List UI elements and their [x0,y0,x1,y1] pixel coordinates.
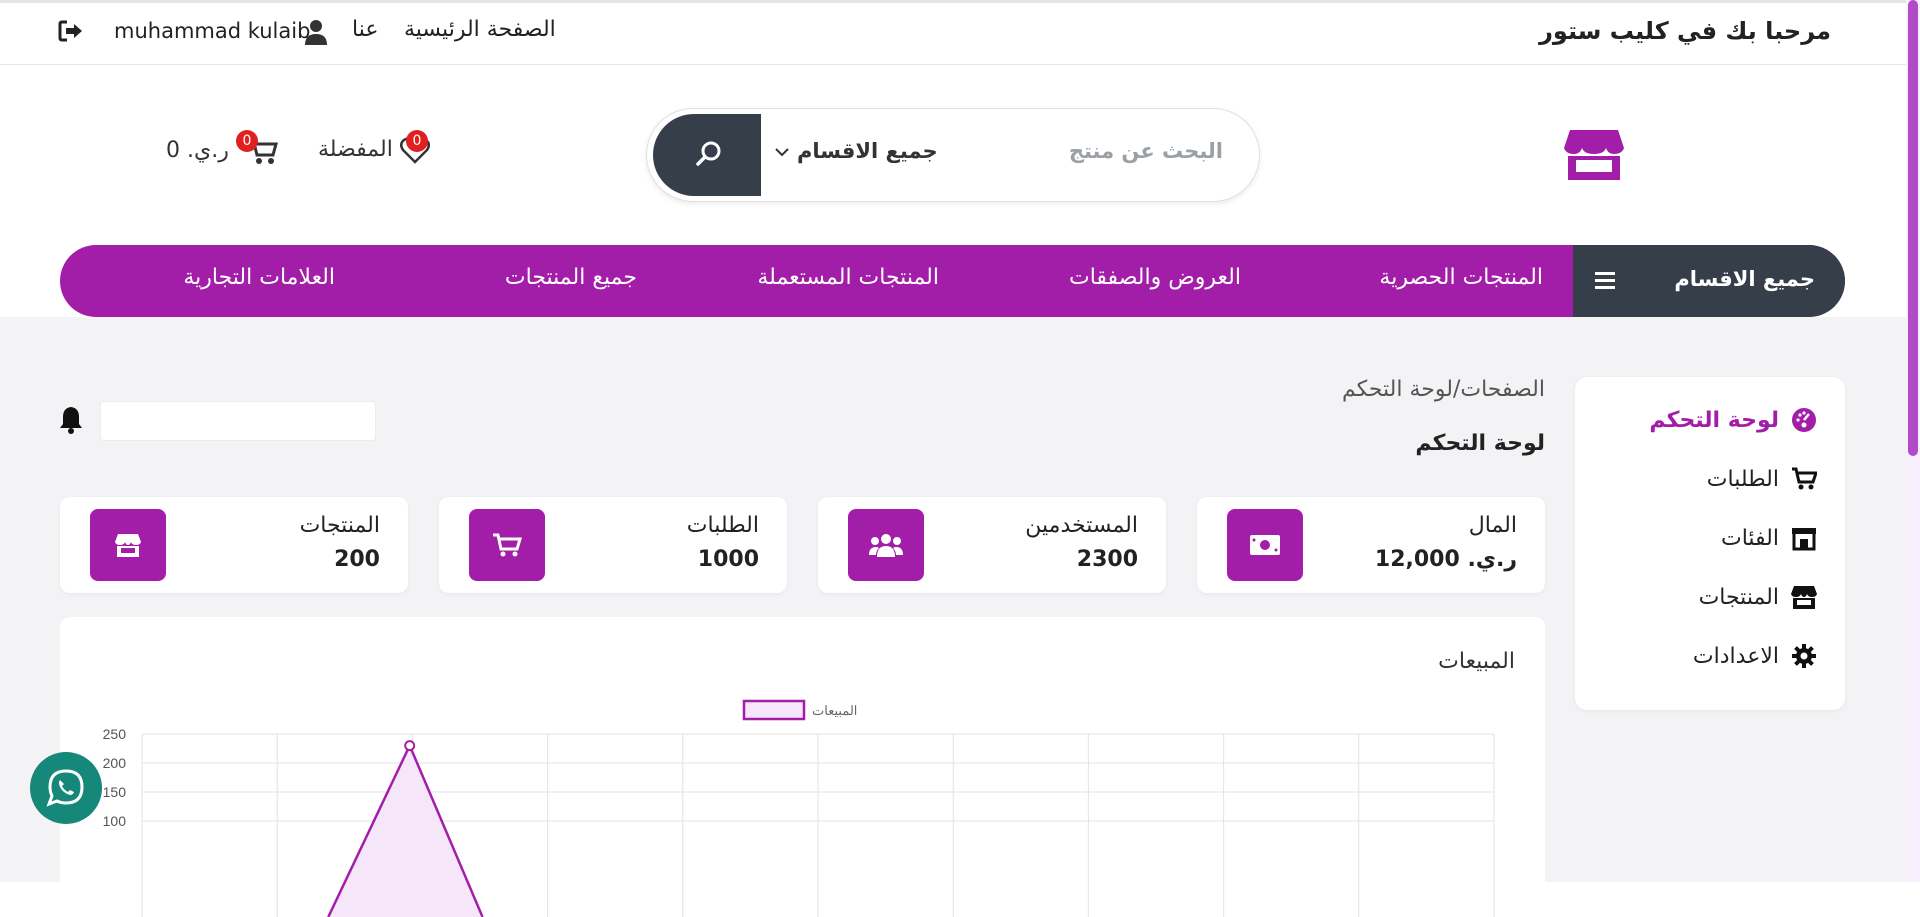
sidebar: لوحة التحكم الطلبات الفئات المنتجات الاع… [1575,377,1845,710]
page-title: لوحة التحكم [1415,431,1545,456]
search-icon [696,141,721,166]
chart-area-fill [328,745,483,917]
cart-icon [1792,467,1817,490]
favorites[interactable]: المفضلة 0 [318,130,430,164]
about-link[interactable]: عنا [352,17,378,42]
page-scrollbar[interactable] [1906,0,1920,882]
user-icon[interactable] [304,19,328,45]
all-categories-menu[interactable]: جميع الاقسام [1573,245,1845,317]
cart-icon [469,509,545,581]
chart-legend-label: المبيعات [812,703,857,718]
stat-card-products: المنتجات 200 [60,497,408,593]
sidebar-item-label: الفئات [1721,525,1779,551]
dashboard-main: لوحة التحكم الطلبات الفئات المنتجات الاع… [0,317,1906,917]
chart-data-point [404,740,416,752]
stat-value: 2300 [1076,547,1138,572]
bell-icon[interactable] [58,405,84,435]
menu-icon [1595,272,1615,289]
username[interactable]: muhammad kulaib [114,19,310,43]
stat-value: 200 [334,547,380,572]
top-bar: مرحبا بك في كليب ستور muhammad kulaib عن… [0,3,1906,65]
nav-item-offers[interactable]: العروض والصفقات [1069,265,1241,290]
gear-icon [1792,644,1816,668]
nav-item-brands[interactable]: العلامات التجارية [183,265,335,290]
cart[interactable]: ر.ي. 0 0 [166,130,278,166]
nav-item-used[interactable]: المنتجات المستعملة [757,265,939,290]
sidebar-item-label: الاعدادات [1692,643,1779,669]
whatsapp-button[interactable] [30,752,102,824]
chart-y-tick-label: 150 [103,784,127,800]
sidebar-item-categories[interactable]: الفئات [1721,525,1817,551]
stat-card-users: المستخدمين 2300 [818,497,1166,593]
sales-chart: 250 200 150 100 المبيعات [103,699,1495,917]
stat-label: المستخدمين [1025,513,1138,538]
header-search-input[interactable] [100,401,376,441]
chevron-down-icon [775,148,789,157]
nav-item-all-products[interactable]: جميع المنتجات [505,265,637,290]
search-input[interactable]: البحث عن منتج [1069,139,1223,163]
users-icon [848,509,924,581]
stat-label: المال [1468,513,1517,538]
sidebar-item-label: لوحة التحكم [1649,407,1779,433]
nav-item-exclusive[interactable]: المنتجات الحصرية [1379,265,1543,290]
home-link[interactable]: الصفحة الرئيسية [404,17,556,42]
stat-value: 1000 [697,547,759,572]
money-icon [1227,509,1303,581]
category-icon [1792,528,1816,551]
search-bar: جميع الاقسام البحث عن منتج [646,108,1260,202]
gauge-icon [1792,408,1816,432]
sidebar-item-settings[interactable]: الاعدادات [1693,643,1817,669]
category-select-value: جميع الاقسام [797,139,938,163]
sidebar-item-products[interactable]: المنتجات [1699,584,1817,610]
stat-card-orders: الطلبات 1000 [439,497,787,593]
main-nav: جميع الاقسام المنتجات الحصرية العروض وال… [60,245,1845,317]
sales-chart-card: المبيعات 250 200 150 100 المبيعات [60,617,1545,917]
store-icon [1791,586,1817,609]
stat-label: الطلبات [686,513,759,538]
sidebar-item-label: المنتجات [1698,584,1779,610]
stat-card-money: المال ر.ي. 12,000 [1197,497,1545,593]
scrollbar-thumb[interactable] [1908,0,1918,456]
favorites-badge: 0 [406,130,428,152]
breadcrumb: الصفحات/لوحة التحكم [1342,377,1545,402]
chart-y-tick-label: 100 [103,813,127,829]
chart-y-tick-label: 200 [103,755,127,771]
cart-badge: 0 [236,130,258,152]
welcome-text: مرحبا بك في كليب ستور [1539,17,1831,45]
all-categories-label: جميع الاقسام [1674,267,1815,291]
stat-label: المنتجات [299,513,380,538]
chart-legend-swatch [742,699,806,721]
sidebar-item-dashboard[interactable]: لوحة التحكم [1649,407,1817,433]
search-button[interactable] [653,114,761,196]
chart-y-tick-label: 250 [103,726,127,742]
cart-total: ر.ي. 0 [166,138,229,163]
whatsapp-icon [46,769,84,807]
favorites-label: المفضلة [318,137,393,162]
category-select[interactable]: جميع الاقسام [775,139,938,163]
stat-value: ر.ي. 12,000 [1374,547,1517,572]
store-logo-icon[interactable] [1564,126,1624,182]
logout-icon[interactable] [58,19,84,43]
sidebar-item-orders[interactable]: الطلبات [1707,466,1817,492]
store-icon [90,509,166,581]
sidebar-item-label: الطلبات [1706,466,1779,492]
